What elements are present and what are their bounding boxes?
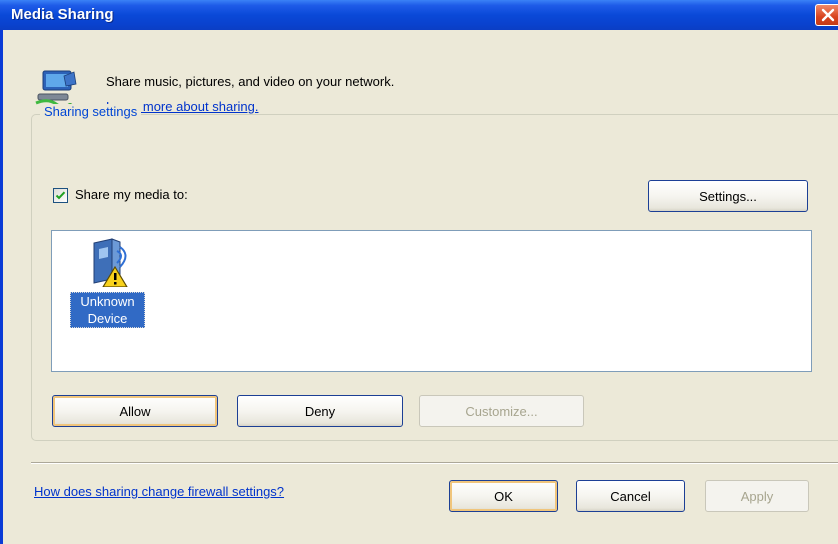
close-button[interactable] xyxy=(815,4,838,26)
settings-button[interactable]: Settings... xyxy=(648,180,808,212)
checkmark-icon xyxy=(55,191,66,200)
unknown-device-warning-icon xyxy=(93,238,128,287)
sharing-description: Share music, pictures, and video on your… xyxy=(106,74,395,89)
customize-button[interactable]: Customize... xyxy=(419,395,584,427)
window-title: Media Sharing xyxy=(11,6,114,23)
share-media-checkbox[interactable] xyxy=(53,188,68,203)
apply-button[interactable]: Apply xyxy=(705,480,809,512)
ok-button[interactable]: OK xyxy=(449,480,558,512)
firewall-settings-link[interactable]: How does sharing change firewall setting… xyxy=(34,484,284,499)
device-name-label: Unknown Device xyxy=(70,292,145,328)
device-list[interactable]: Unknown Device xyxy=(51,230,812,372)
dialog-separator xyxy=(31,462,838,464)
share-media-label[interactable]: Share my media to: xyxy=(75,187,188,202)
allow-button[interactable]: Allow xyxy=(52,395,218,427)
title-bar[interactable]: Media Sharing xyxy=(0,0,838,30)
close-icon xyxy=(821,8,834,22)
deny-button[interactable]: Deny xyxy=(237,395,403,427)
cancel-button[interactable]: Cancel xyxy=(576,480,685,512)
device-item-unknown[interactable]: Unknown Device xyxy=(52,231,164,341)
sharing-settings-label: Sharing settings xyxy=(40,104,142,119)
